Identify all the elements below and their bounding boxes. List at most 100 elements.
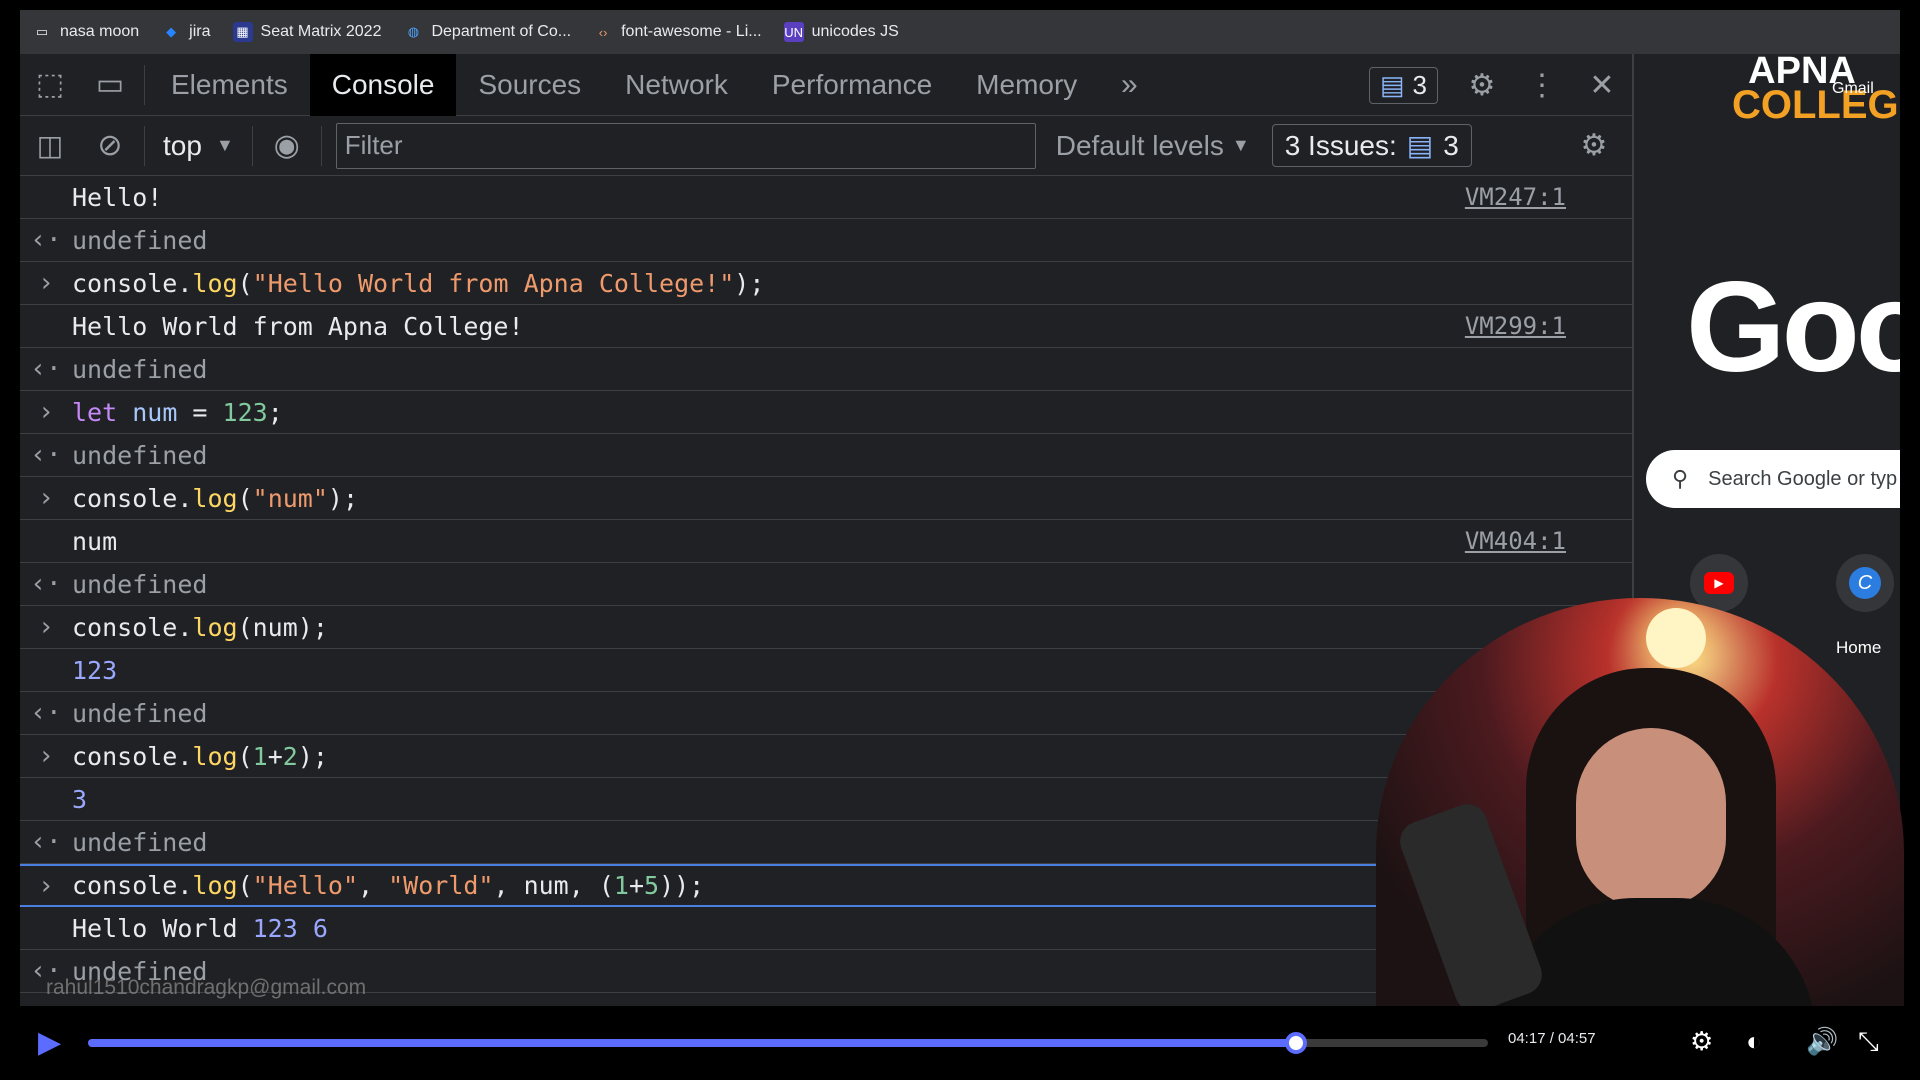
email-watermark: rahul1510chandragkp@gmail.com [46, 976, 367, 999]
console-output-row: 123 [20, 649, 1632, 692]
code-token: let [72, 397, 118, 427]
eye-icon[interactable]: ◉ [257, 115, 317, 177]
input-prompt-icon: › [38, 268, 54, 298]
bookmark-item[interactable]: UN unicodes JS [783, 22, 899, 42]
seek-progress [88, 1039, 1297, 1047]
console-result-row: ‹· undefined [20, 563, 1632, 606]
bookmark-item[interactable]: ◍ Department of Co... [403, 22, 571, 42]
console-result-row: ‹· undefined [20, 434, 1632, 477]
devtools-tabs: Elements Console Sources Network Performance… [149, 53, 1099, 116]
code-token: 123 [222, 397, 268, 427]
search-icon: ⚲ [1672, 466, 1689, 491]
console-settings-icon[interactable]: ⚙ [1564, 115, 1624, 177]
code-token: num [132, 397, 178, 427]
clear-console-icon[interactable]: ⊘ [80, 115, 140, 177]
canva-icon: C [1849, 567, 1881, 599]
close-icon[interactable]: ✕ [1572, 54, 1632, 116]
levels-label: Default levels [1055, 129, 1224, 161]
console-text: undefined [72, 355, 207, 384]
youtube-icon: ▶ [1704, 572, 1734, 594]
tab-performance[interactable]: Performance [750, 54, 954, 116]
code-token: ); [327, 483, 359, 513]
console-text: console.log("Hello World from Apna Colle… [72, 269, 764, 298]
console-output-row: Hello! VM247:1 [20, 176, 1632, 219]
context-selector[interactable]: top ▼ [149, 130, 248, 162]
messages-badge[interactable]: ▤ 3 [1368, 66, 1438, 104]
console-text: let num = 123; [72, 398, 283, 427]
source-link[interactable]: VM404:1 [1465, 527, 1566, 555]
console-text: Hello World 123 6 [72, 914, 328, 943]
code-token: console. [72, 483, 193, 513]
toggle-icon[interactable]: ◐ [1746, 1026, 1762, 1057]
code-token: undefined [72, 354, 208, 384]
console-text: Hello! [72, 183, 162, 212]
divider [144, 125, 145, 166]
volume-icon[interactable]: 🔊 [1806, 1026, 1838, 1057]
message-icon: ▤ [1379, 69, 1405, 100]
youtube-shortcut[interactable]: ▶ [1690, 554, 1748, 612]
home-shortcut-label: Home [1836, 638, 1882, 657]
settings-icon[interactable]: ⚙ [1690, 1026, 1713, 1057]
device-toolbar-icon[interactable]: ▭ [80, 54, 140, 116]
code-token: log [192, 871, 238, 900]
messages-count: 3 [1412, 69, 1427, 100]
tab-console[interactable]: Console [309, 53, 457, 116]
tab-network[interactable]: Network [603, 54, 750, 116]
inspect-element-icon[interactable]: ⬚ [20, 54, 80, 116]
console-text: num [72, 527, 117, 556]
settings-icon[interactable]: ⚙ [1452, 54, 1512, 116]
gmail-link[interactable]: Gmail [1832, 80, 1874, 98]
return-value-icon: ‹· [30, 698, 62, 728]
bookmark-label: jira [189, 23, 211, 40]
return-value-icon: ‹· [30, 569, 62, 599]
bookmark-item[interactable]: ▭ nasa moon [32, 22, 139, 42]
tab-memory[interactable]: Memory [954, 54, 1099, 116]
code-token: undefined [72, 440, 208, 470]
code-token: 1 [613, 871, 629, 900]
exit-fullscreen-icon[interactable]: ⤡ [1858, 1026, 1879, 1058]
bookmark-item[interactable]: ◆ jira [161, 22, 210, 42]
code-token: undefined [72, 698, 208, 728]
console-text: console.log("Hello", "World", num, (1+5)… [72, 871, 704, 900]
code-token: Hello World [72, 913, 253, 943]
jira-icon: ◆ [166, 24, 177, 39]
kebab-menu-icon[interactable]: ⋮ [1512, 54, 1572, 116]
source-link[interactable]: VM299:1 [1465, 312, 1566, 340]
source-link[interactable]: VM247:1 [1465, 183, 1566, 211]
more-tabs-icon[interactable]: » [1099, 54, 1159, 116]
bookmark-item[interactable]: ‹› font-awesome - Li... [593, 22, 762, 42]
tab-elements[interactable]: Elements [149, 54, 310, 116]
bookmark-label: unicodes JS [811, 23, 899, 40]
console-output-row: num VM404:1 [20, 520, 1632, 563]
code-token: + [267, 741, 283, 771]
home-shortcut[interactable]: C [1836, 554, 1894, 612]
issues-label: 3 Issues: [1284, 129, 1397, 161]
search-placeholder: Search Google or typ [1708, 467, 1898, 490]
code-token: 5 [644, 871, 660, 900]
microphone [1394, 798, 1548, 1008]
dropdown-arrow-icon: ▼ [215, 135, 234, 155]
console-toolbar: ◫ ⊘ top ▼ ◉ Default levels ▼ 3 Issues: ▤… [20, 116, 1632, 176]
return-value-icon: ‹· [30, 354, 62, 384]
code-icon: ‹› [598, 24, 608, 40]
context-label: top [163, 129, 202, 161]
code-token: console. [72, 871, 193, 900]
google-search-box[interactable]: ⚲ Search Google or typ [1646, 450, 1900, 508]
filter-input[interactable] [335, 122, 1036, 169]
bookmark-item[interactable]: ▦ Seat Matrix 2022 [232, 22, 381, 42]
issues-button[interactable]: 3 Issues: ▤ 3 [1271, 124, 1472, 167]
code-token: ( [237, 268, 253, 298]
log-levels-dropdown[interactable]: Default levels ▼ [1056, 130, 1250, 162]
un-icon: UN [783, 22, 804, 42]
tab-sources[interactable]: Sources [456, 54, 603, 116]
code-token: Hello! [72, 182, 163, 212]
seek-thumb[interactable] [1285, 1032, 1308, 1054]
code-token: console. [72, 268, 193, 298]
play-icon[interactable]: ▶ [38, 1022, 72, 1062]
return-value-icon: ‹· [30, 225, 62, 255]
console-text: undefined [72, 441, 207, 470]
studio-light [1646, 608, 1706, 668]
sidebar-toggle-icon[interactable]: ◫ [20, 115, 80, 177]
seek-bar[interactable] [88, 1032, 1488, 1054]
